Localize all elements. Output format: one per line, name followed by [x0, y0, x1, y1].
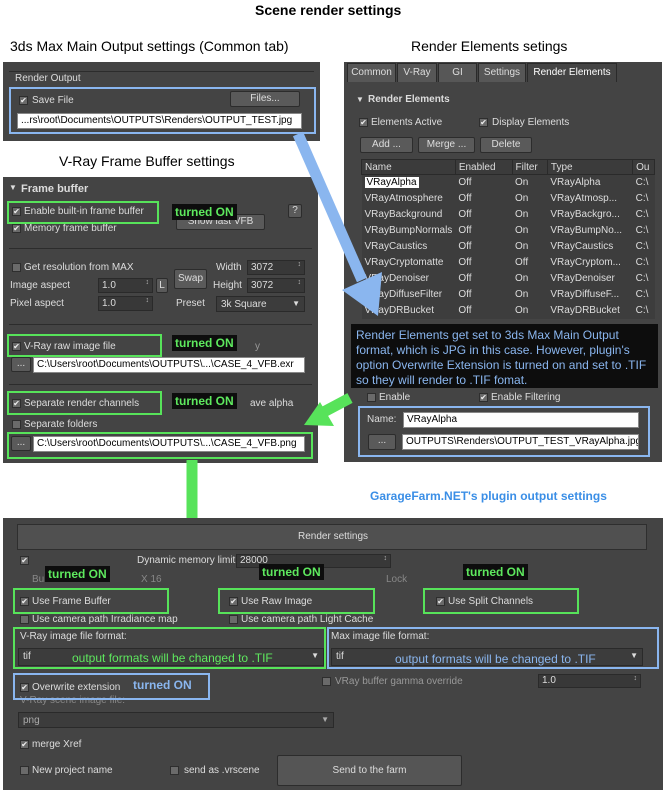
turned-on-tag: turned ON [45, 566, 110, 582]
new-project-checkbox[interactable] [20, 766, 29, 775]
dyn-mem-label: Dynamic memory limit [137, 555, 236, 566]
png-dropdown[interactable]: png ▼ [18, 712, 334, 728]
irr-map-label: Use camera path Irradiance map [32, 614, 178, 625]
new-project-label: New project name [32, 765, 113, 776]
garagefarm-heading: GarageFarm.NET's plugin output settings [370, 489, 607, 503]
gamma-checkbox[interactable] [322, 677, 331, 686]
max-format-label: Max image file format: [331, 631, 430, 642]
use-fb-checkbox[interactable] [20, 597, 29, 606]
use-split-label: Use Split Channels [448, 596, 534, 607]
irr-map-checkbox[interactable] [20, 615, 29, 624]
send-to-farm-button[interactable]: Send to the farm [277, 755, 462, 786]
turned-on-tag: turned ON [259, 564, 324, 580]
overwrite-turned-on: turned ON [133, 678, 192, 692]
merge-xref-label: merge Xref [32, 739, 82, 750]
light-cache-label: Use camera path Light Cache [241, 614, 374, 625]
vray-format-note: output formats will be changed to .TIF [72, 651, 273, 665]
send-vrscene-checkbox[interactable] [170, 766, 179, 775]
use-split-checkbox[interactable] [436, 597, 445, 606]
use-raw-checkbox[interactable] [229, 597, 238, 606]
max-format-note: output formats will be changed to .TIF [395, 652, 596, 666]
scene-image-label: V-Ray scene image file: [20, 695, 126, 706]
merge-xref-checkbox[interactable] [20, 740, 29, 749]
gamma-field[interactable]: 1.0 ↕ [538, 674, 641, 688]
render-settings-title: Render settings [298, 531, 369, 542]
overwrite-extension-checkbox[interactable] [20, 683, 29, 692]
vray-format-label: V-Ray image file format: [20, 631, 127, 642]
turned-on-tag: turned ON [463, 564, 528, 580]
send-vrscene-label: send as .vrscene [184, 765, 260, 776]
use-fb-label: Use Frame Buffer [32, 596, 111, 607]
light-cache-checkbox[interactable] [229, 615, 238, 624]
dyn-mem-checkbox[interactable] [20, 556, 29, 565]
gamma-label: VRay buffer gamma override [335, 676, 463, 687]
use-raw-label: Use Raw Image [241, 596, 313, 607]
overwrite-extension-label: Overwrite extension [32, 682, 121, 693]
